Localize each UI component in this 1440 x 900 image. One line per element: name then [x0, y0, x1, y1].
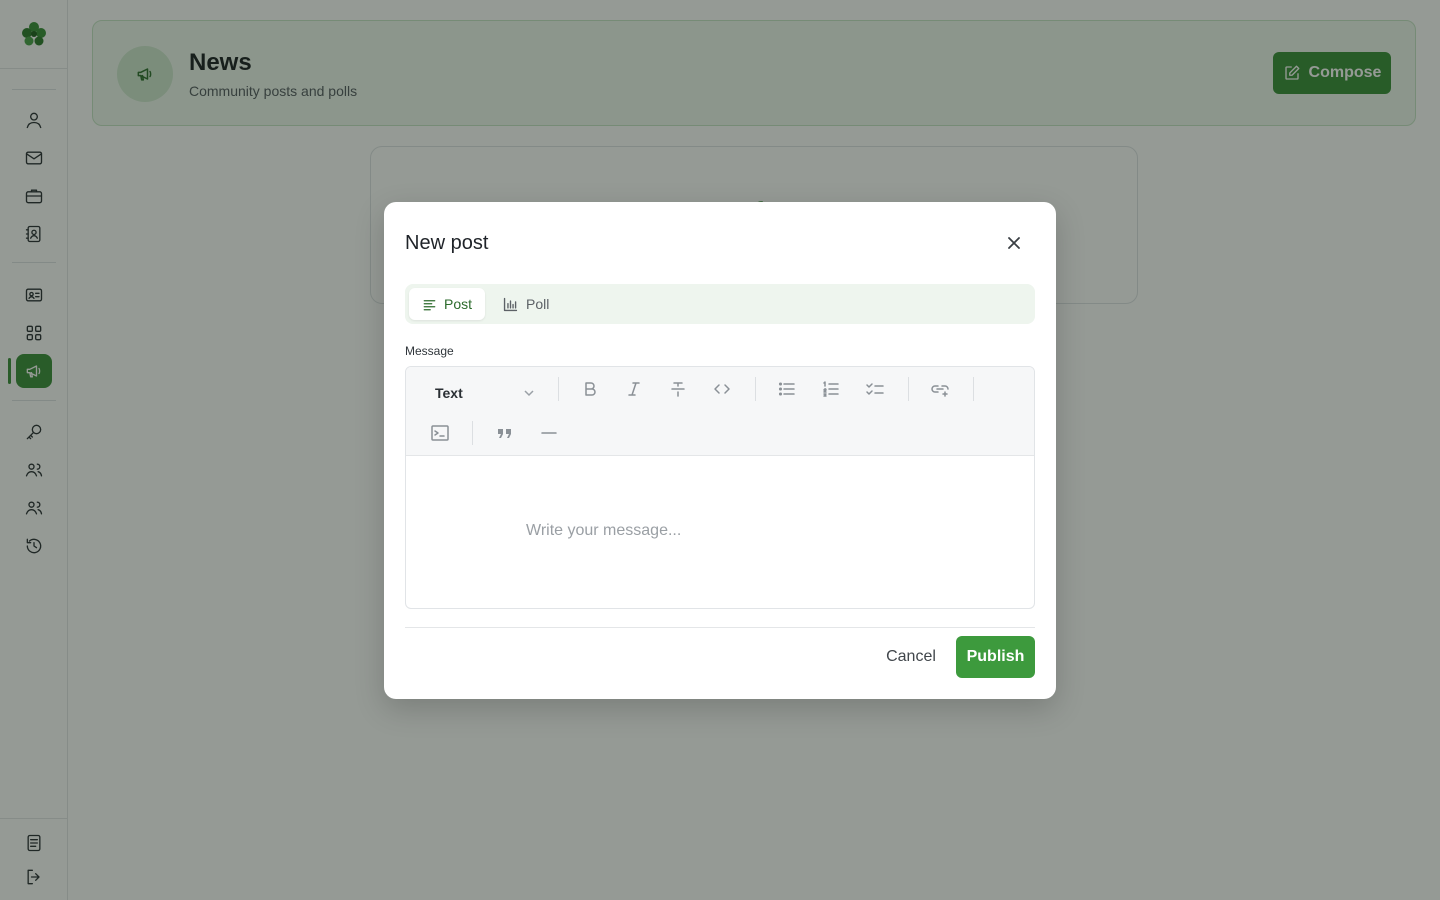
numbered-list-button[interactable] — [816, 374, 846, 404]
close-button[interactable] — [1002, 231, 1026, 255]
toolbar-separator — [908, 377, 909, 401]
dialog-title: New post — [405, 232, 489, 254]
block-type-value: Text — [435, 385, 463, 401]
italic-icon — [628, 382, 640, 396]
new-post-dialog: New post Post Poll Message Text Write yo… — [384, 202, 1056, 699]
cancel-button[interactable]: Cancel — [876, 636, 946, 678]
editor-toolbar: Text — [406, 367, 1034, 456]
bar-chart-icon — [503, 297, 518, 311]
terminal-icon — [431, 425, 449, 441]
tab-poll[interactable]: Poll — [489, 288, 562, 320]
bullet-list-icon — [778, 382, 795, 396]
numbered-list-icon — [823, 381, 839, 397]
chevron-down-icon — [524, 390, 534, 397]
italic-button[interactable] — [619, 374, 649, 404]
blockquote-button[interactable] — [490, 418, 520, 448]
bullet-list-button[interactable] — [772, 374, 802, 404]
link-icon — [931, 385, 949, 397]
block-type-select[interactable]: Text — [435, 379, 535, 407]
bold-icon — [585, 382, 596, 396]
tab-post[interactable]: Post — [409, 288, 485, 320]
tab-post-label: Post — [443, 296, 472, 312]
toolbar-separator — [973, 377, 974, 401]
strikethrough-button[interactable] — [663, 374, 693, 404]
toolbar-separator — [755, 377, 756, 401]
code-block-button[interactable] — [425, 418, 455, 448]
tab-poll-label: Poll — [526, 296, 550, 312]
dialog-footer-divider — [405, 627, 1035, 628]
message-textarea[interactable]: Write your message... — [406, 456, 1034, 608]
task-list-icon — [866, 383, 884, 395]
inline-code-button[interactable] — [707, 374, 737, 404]
close-icon — [1008, 237, 1020, 249]
message-editor: Text Write your message... — [405, 366, 1035, 609]
toolbar-separator — [472, 421, 473, 445]
post-type-switcher: Post Poll — [405, 284, 1035, 324]
horizontal-rule-icon — [541, 432, 557, 434]
toolbar-separator — [558, 377, 559, 401]
strikethrough-icon — [671, 382, 685, 397]
horizontal-rule-button[interactable] — [534, 418, 564, 448]
publish-button[interactable]: Publish — [956, 636, 1035, 678]
link-button[interactable] — [925, 374, 955, 404]
code-icon — [714, 384, 730, 394]
bold-button[interactable] — [575, 374, 605, 404]
task-list-button[interactable] — [860, 374, 890, 404]
quote-icon — [498, 429, 511, 438]
text-lines-icon — [423, 299, 436, 310]
message-label: Message — [405, 344, 454, 358]
message-placeholder: Write your message... — [526, 522, 682, 539]
